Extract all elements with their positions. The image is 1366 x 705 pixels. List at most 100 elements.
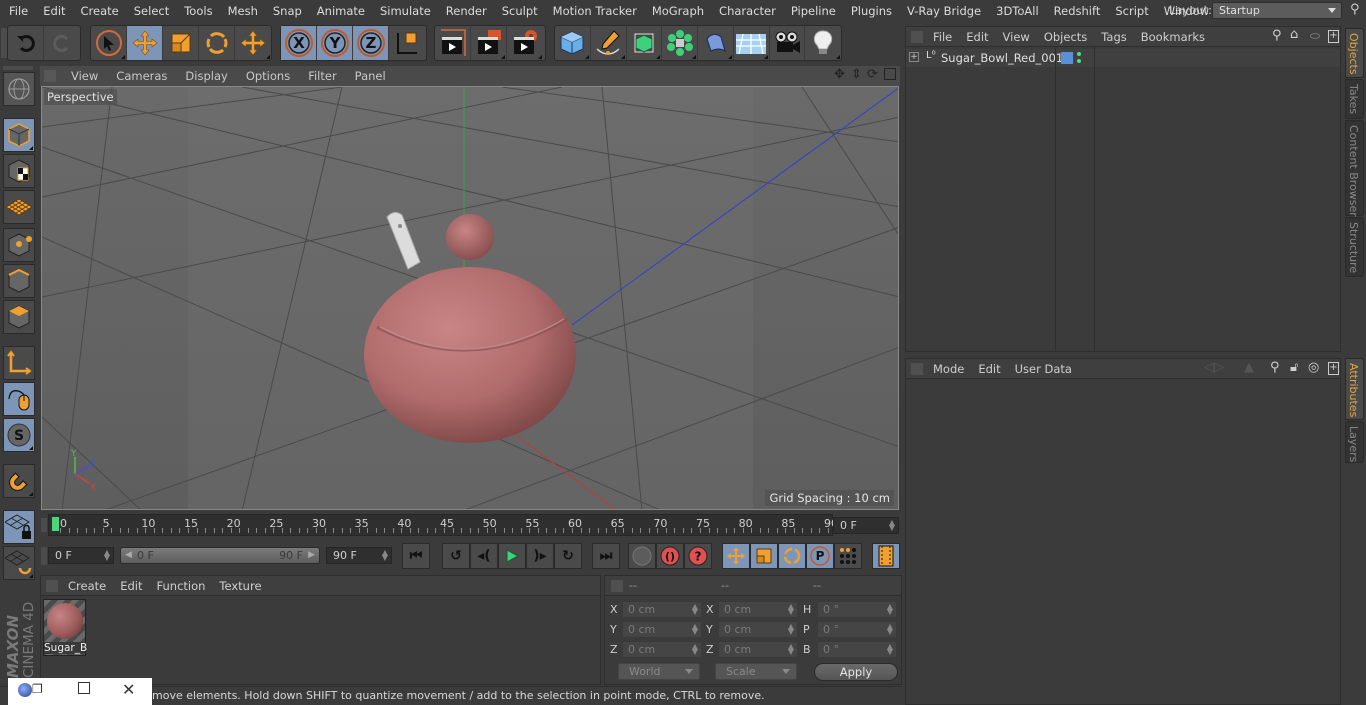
- menu-plugins[interactable]: Plugins: [843, 4, 899, 18]
- pen-spline-button[interactable]: [591, 26, 627, 60]
- lock-icon[interactable]: 🔓︎: [1290, 360, 1298, 375]
- menu-3dtoall[interactable]: 3DToAll: [988, 4, 1046, 18]
- key-rotation-button[interactable]: [778, 543, 806, 569]
- z-axis-button[interactable]: Z: [353, 26, 389, 60]
- texture-mode-button[interactable]: [3, 154, 35, 188]
- object-menu-bookmarks[interactable]: Bookmarks: [1134, 30, 1212, 44]
- spinner-icon[interactable]: ▲ ▼: [692, 643, 698, 656]
- search-icon[interactable]: ⚲: [1350, 2, 1360, 17]
- 3d-viewport[interactable]: Y Z X Perspective Grid Spacing : 10 cm: [41, 86, 899, 510]
- search-icon[interactable]: ⚲: [1270, 360, 1280, 375]
- spinner-icon[interactable]: ▲ ▼: [887, 643, 893, 656]
- coordinate-space-dropdown[interactable]: World: [618, 663, 700, 680]
- scale-tool-button[interactable]: [163, 26, 199, 60]
- key-scale-button[interactable]: [750, 543, 778, 569]
- pan-view-icon[interactable]: ✥: [834, 67, 845, 82]
- previous-key-button[interactable]: ↺: [442, 543, 470, 569]
- menu-animate[interactable]: Animate: [309, 4, 372, 18]
- rotation-p-field[interactable]: 0 ° ▲ ▼: [817, 621, 897, 638]
- spinner-icon[interactable]: ▲ ▼: [887, 623, 893, 636]
- menu-select[interactable]: Select: [126, 4, 176, 18]
- tab-content-browser[interactable]: Content Browser: [1345, 120, 1364, 217]
- spinner-icon[interactable]: ▲ ▼: [887, 603, 893, 616]
- material-grip[interactable]: [46, 579, 58, 592]
- end-frame-field[interactable]: 90 F ▲ ▼: [326, 547, 392, 564]
- zoom-view-icon[interactable]: ⇕: [851, 67, 862, 82]
- object-menu-file[interactable]: File: [926, 30, 959, 44]
- attribute-grip[interactable]: [911, 362, 923, 375]
- key-parameter-button[interactable]: P: [806, 543, 834, 569]
- rotate-view-icon[interactable]: ⟳: [867, 67, 878, 82]
- undo-button[interactable]: [8, 26, 44, 60]
- target-icon[interactable]: ◎: [1308, 360, 1319, 375]
- menu-redshift[interactable]: Redshift: [1046, 4, 1108, 18]
- menu-sculpt[interactable]: Sculpt: [494, 4, 545, 18]
- layer-color-swatch[interactable]: [1061, 52, 1073, 64]
- position-x-field[interactable]: 0 cm ▲ ▼: [622, 601, 702, 618]
- viewport-menu-display[interactable]: Display: [176, 69, 236, 83]
- object-grip[interactable]: [911, 30, 923, 43]
- deformer-button[interactable]: [698, 26, 734, 60]
- spinner-icon[interactable]: ▲ ▼: [382, 549, 388, 562]
- menu-snap[interactable]: Snap: [265, 4, 309, 18]
- layout-select[interactable]: Startup: [1212, 2, 1342, 19]
- spinner-icon[interactable]: ▲ ▼: [692, 623, 698, 636]
- next-key-button[interactable]: ↻: [554, 543, 582, 569]
- current-frame-field[interactable]: 0 F ▲ ▼: [833, 517, 899, 534]
- workplane-lock-button[interactable]: [3, 510, 35, 544]
- timeline-grip[interactable]: [41, 518, 47, 532]
- workplane-align-button[interactable]: [3, 546, 35, 580]
- rotation-b-field[interactable]: 0 ° ▲ ▼: [817, 641, 897, 658]
- menu-mograph[interactable]: MoGraph: [644, 4, 711, 18]
- object-row[interactable]: + L⁰ Sugar_Bowl_Red_001: [906, 49, 1340, 67]
- viewport-menu-filter[interactable]: Filter: [299, 69, 345, 83]
- position-y-field[interactable]: 0 cm ▲ ▼: [622, 621, 702, 638]
- record-keys-button[interactable]: [628, 543, 656, 569]
- menu-simulate[interactable]: Simulate: [372, 4, 438, 18]
- edges-mode-button[interactable]: [3, 264, 35, 298]
- move-tool-button[interactable]: [127, 26, 163, 60]
- size-y-field[interactable]: 0 cm ▲ ▼: [718, 621, 798, 638]
- render-visibility-dot[interactable]: [1077, 59, 1081, 63]
- y-axis-button[interactable]: Y: [317, 26, 353, 60]
- go-to-end-button[interactable]: ⏭: [592, 543, 620, 569]
- menu-pipeline[interactable]: Pipeline: [783, 4, 843, 18]
- object-menu-edit[interactable]: Edit: [959, 30, 995, 44]
- material-item[interactable]: Sugar_B: [43, 599, 87, 656]
- material-menu-edit[interactable]: Edit: [113, 579, 149, 593]
- menu-render[interactable]: Render: [438, 4, 494, 18]
- attribute-menu-edit[interactable]: Edit: [971, 362, 1007, 376]
- transport-grip[interactable]: [41, 547, 47, 565]
- go-to-start-button[interactable]: ⏮: [402, 543, 430, 569]
- tab-attributes[interactable]: Attributes: [1345, 358, 1364, 420]
- material-menu-texture[interactable]: Texture: [212, 579, 268, 593]
- tab-takes[interactable]: Takes: [1345, 79, 1364, 119]
- viewport-grip[interactable]: [44, 70, 56, 82]
- attribute-menu-mode[interactable]: Mode: [926, 362, 971, 376]
- previous-frame-button[interactable]: ◂(: [470, 543, 498, 569]
- spinner-icon[interactable]: ▲ ▼: [889, 519, 895, 532]
- next-frame-button[interactable]: )▸: [526, 543, 554, 569]
- live-selection-button[interactable]: [91, 26, 127, 60]
- floor-button[interactable]: [734, 26, 770, 60]
- maximize-view-icon[interactable]: [884, 68, 896, 80]
- tab-layers[interactable]: Layers: [1345, 421, 1364, 463]
- up-arrow-icon[interactable]: ▲: [1244, 360, 1254, 375]
- editor-visibility-dot[interactable]: [1077, 52, 1081, 56]
- position-z-field[interactable]: 0 cm ▲ ▼: [622, 641, 702, 658]
- close-icon[interactable]: ✕: [122, 680, 135, 699]
- solo-mode-button[interactable]: S: [3, 418, 35, 452]
- coordinates-grip[interactable]: [611, 580, 623, 592]
- render-view-button[interactable]: [435, 26, 471, 60]
- model-mode-button[interactable]: [3, 118, 35, 152]
- cube-button[interactable]: [555, 26, 591, 60]
- object-menu-view[interactable]: View: [996, 30, 1037, 44]
- range-right-arrow-icon[interactable]: ▶: [308, 548, 315, 563]
- tab-objects[interactable]: Objects: [1345, 28, 1364, 78]
- camera-button[interactable]: [770, 26, 806, 60]
- points-mode-button[interactable]: [3, 228, 35, 262]
- viewport-menu-panel[interactable]: Panel: [346, 69, 395, 83]
- timeline-ruler[interactable]: 0 5 10 15 20 25 30 35 40 45 50 55 60 65 70 75 80 85 90: [48, 514, 838, 536]
- home-icon[interactable]: ⌂: [1290, 27, 1298, 42]
- render-picture-viewer-button[interactable]: [471, 26, 507, 60]
